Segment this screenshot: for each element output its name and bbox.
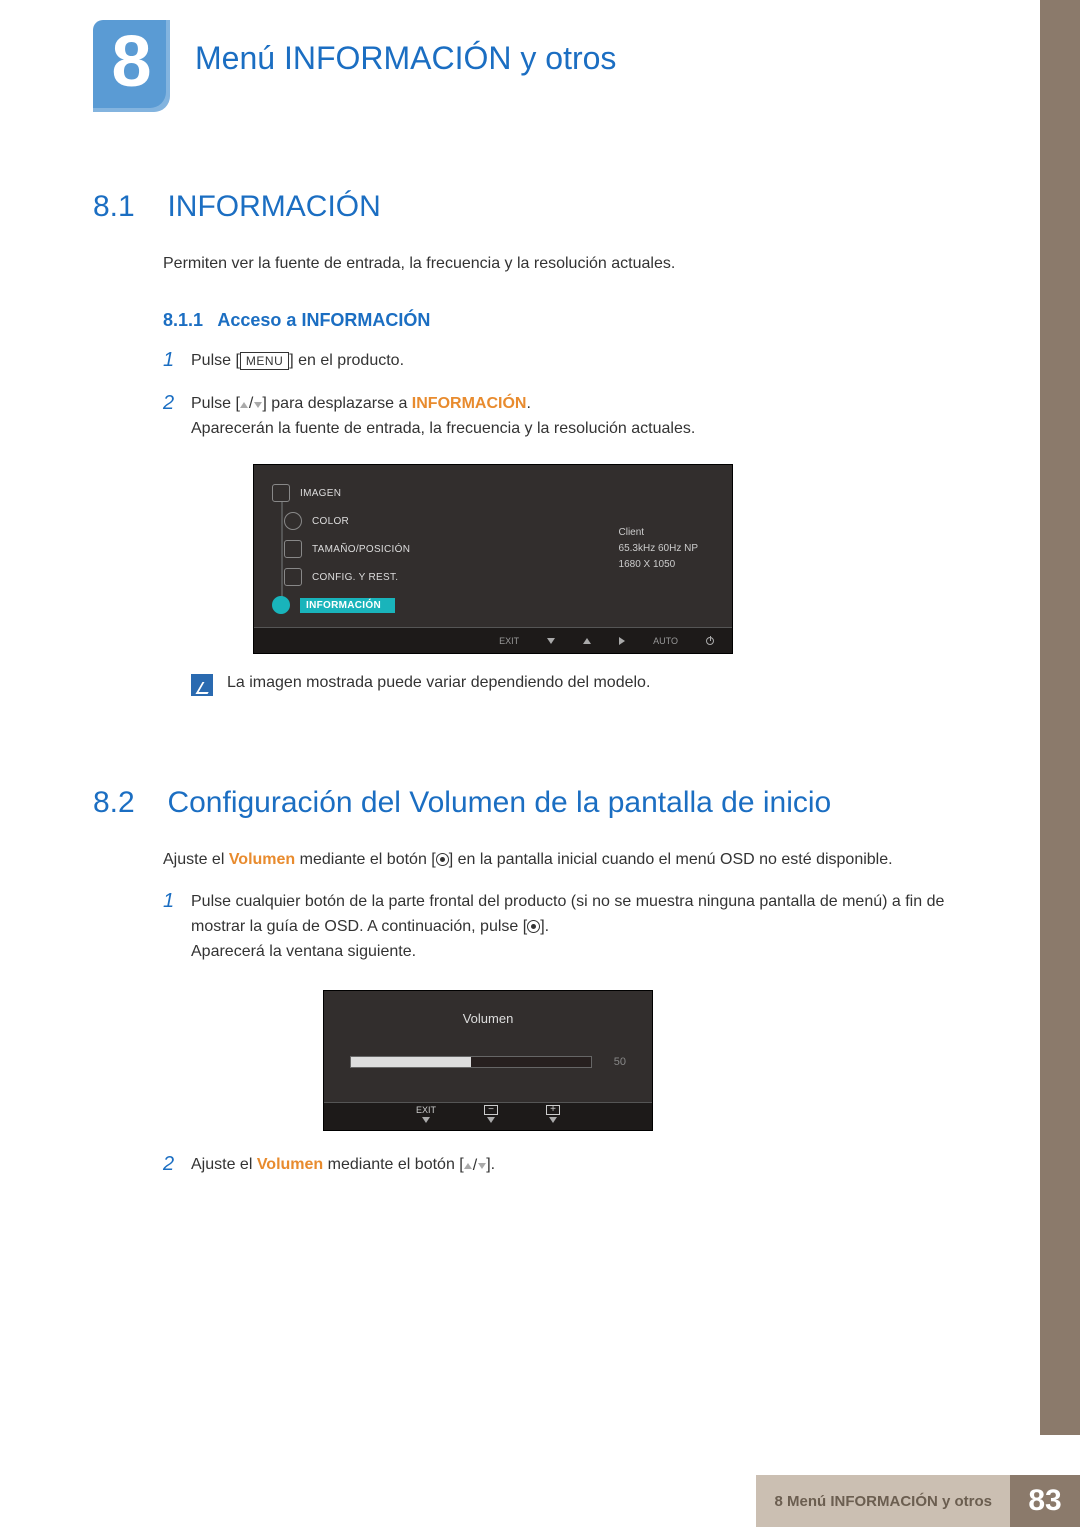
- color-icon: [284, 512, 302, 530]
- size-icon: [284, 540, 302, 558]
- step-text: Ajuste el Volumen mediante el botón [/].: [191, 1153, 495, 1178]
- volume-value: 50: [602, 1056, 626, 1068]
- up-down-icon: /: [240, 392, 262, 417]
- subsection-heading: 8.1.1 Acceso a INFORMACIÓN: [163, 310, 973, 331]
- step-2: 2 Pulse [/] para desplazarse a INFORMACI…: [163, 392, 973, 442]
- step-number: 2: [163, 1153, 191, 1178]
- volume-bar: [350, 1056, 592, 1068]
- section-8-1-heading: 8.1 INFORMACIÓN: [93, 190, 973, 224]
- plus-icon: +: [546, 1105, 560, 1115]
- section-title: Configuración del Volumen de la pantalla…: [167, 786, 831, 820]
- up-icon: [583, 638, 591, 644]
- chapter-title: Menú INFORMACIÓN y otros: [195, 40, 616, 77]
- volume-osd-screenshot: Volumen 50 EXIT − +: [323, 990, 653, 1131]
- page-footer: 8 Menú INFORMACIÓN y otros 83: [0, 1475, 1080, 1527]
- note-icon: [191, 674, 213, 696]
- volume-title: Volumen: [324, 991, 652, 1042]
- power-icon: [706, 637, 714, 645]
- footer-chapter-label: 8 Menú INFORMACIÓN y otros: [756, 1475, 1010, 1527]
- s2-step-2: 2 Ajuste el Volumen mediante el botón [/…: [163, 1153, 973, 1178]
- osd-exit-label: EXIT: [499, 636, 519, 646]
- down-icon: [487, 1117, 495, 1123]
- osd-menu-screenshot: IMAGEN COLOR TAMAÑO/POSICIÓN CONFIG. Y R…: [253, 464, 733, 654]
- down-icon: [547, 638, 555, 644]
- subsection-title: Acceso a INFORMACIÓN: [217, 310, 430, 330]
- target-button-icon: [436, 853, 449, 866]
- subsection-number: 8.1.1: [163, 310, 203, 330]
- section-title: INFORMACIÓN: [167, 190, 380, 224]
- step-text: Pulse cualquier botón de la parte fronta…: [191, 890, 973, 964]
- side-color-bar: [1040, 0, 1080, 1435]
- s2-step-1: 1 Pulse cualquier botón de la parte fron…: [163, 890, 973, 964]
- osd-item-imagen: IMAGEN: [272, 479, 732, 507]
- section-number: 8.2: [93, 786, 163, 820]
- config-icon: [284, 568, 302, 586]
- step-number: 1: [163, 349, 191, 374]
- up-down-icon: /: [464, 1154, 486, 1179]
- section-8-2-heading: 8.2 Configuración del Volumen de la pant…: [93, 786, 973, 820]
- section1-intro: Permiten ver la fuente de entrada, la fr…: [163, 252, 973, 276]
- down-icon: [549, 1117, 557, 1123]
- section-number: 8.1: [93, 190, 163, 224]
- minus-icon: −: [484, 1105, 498, 1115]
- footer-page-number: 83: [1010, 1475, 1080, 1527]
- step-number: 1: [163, 890, 191, 964]
- down-icon: [422, 1117, 430, 1123]
- menu-key-icon: MENU: [240, 352, 289, 370]
- note-text: La imagen mostrada puede variar dependie…: [227, 674, 650, 692]
- target-button-icon: [527, 920, 540, 933]
- info-icon: [272, 596, 290, 614]
- osd-info-panel: Client 65.3kHz 60Hz NP 1680 X 1050: [619, 525, 698, 573]
- enter-icon: [619, 637, 625, 645]
- osd-item-informacion-selected: INFORMACIÓN: [272, 591, 732, 619]
- section2-intro: Ajuste el Volumen mediante el botón [] e…: [163, 848, 973, 872]
- chapter-number-badge: 8: [93, 20, 170, 112]
- step-1: 1 Pulse [MENU] en el producto.: [163, 349, 973, 374]
- volume-footer-bar: EXIT − +: [324, 1102, 652, 1130]
- step-number: 2: [163, 392, 191, 442]
- imagen-icon: [272, 484, 290, 502]
- vol-exit-label: EXIT: [416, 1105, 436, 1115]
- osd-footer-bar: EXIT AUTO: [254, 627, 732, 653]
- step-text: Pulse [MENU] en el producto.: [191, 349, 404, 374]
- step-text: Pulse [/] para desplazarse a INFORMACIÓN…: [191, 392, 695, 442]
- osd-auto-label: AUTO: [653, 636, 678, 646]
